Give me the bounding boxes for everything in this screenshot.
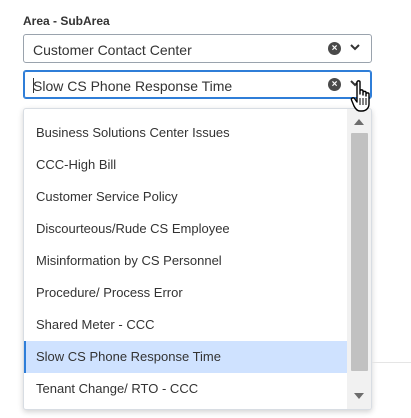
clear-icon[interactable]: ×: [328, 42, 341, 55]
clear-icon[interactable]: ×: [328, 78, 341, 91]
scroll-up-arrow-icon[interactable]: [354, 119, 364, 125]
options-list: Business Solutions Center Issues CCC-Hig…: [24, 117, 349, 405]
scrollbar[interactable]: [347, 109, 371, 409]
dropdown-option[interactable]: Discourteous/Rude CS Employee: [24, 213, 349, 245]
scroll-down-arrow-icon[interactable]: [354, 393, 364, 399]
dropdown-option[interactable]: Shared Meter - CCC: [24, 309, 349, 341]
dropdown-option[interactable]: Business Solutions Center Issues: [24, 117, 349, 149]
chevron-down-icon[interactable]: [350, 42, 360, 52]
dropdown-option[interactable]: Procedure/ Process Error: [24, 277, 349, 309]
area-subarea-label: Area - SubArea: [23, 14, 110, 28]
subarea-select[interactable]: Slow CS Phone Response Time ×: [23, 70, 372, 99]
subarea-select-value: Slow CS Phone Response Time: [33, 78, 233, 94]
subarea-dropdown-list[interactable]: Business Solutions Center Issues CCC-Hig…: [23, 108, 372, 410]
background-divider: [372, 362, 411, 363]
scrollbar-thumb[interactable]: [351, 133, 368, 371]
area-select[interactable]: Customer Contact Center ×: [23, 34, 372, 63]
dropdown-option-selected[interactable]: Slow CS Phone Response Time: [24, 341, 349, 373]
area-select-value: Customer Contact Center: [33, 42, 192, 58]
dropdown-option[interactable]: Customer Service Policy: [24, 181, 349, 213]
hand-pointer-icon: [350, 80, 370, 112]
dropdown-option[interactable]: Misinformation by CS Personnel: [24, 245, 349, 277]
dropdown-option[interactable]: Tenant Change/ RTO - CCC: [24, 373, 349, 405]
dropdown-option[interactable]: CCC-High Bill: [24, 149, 349, 181]
